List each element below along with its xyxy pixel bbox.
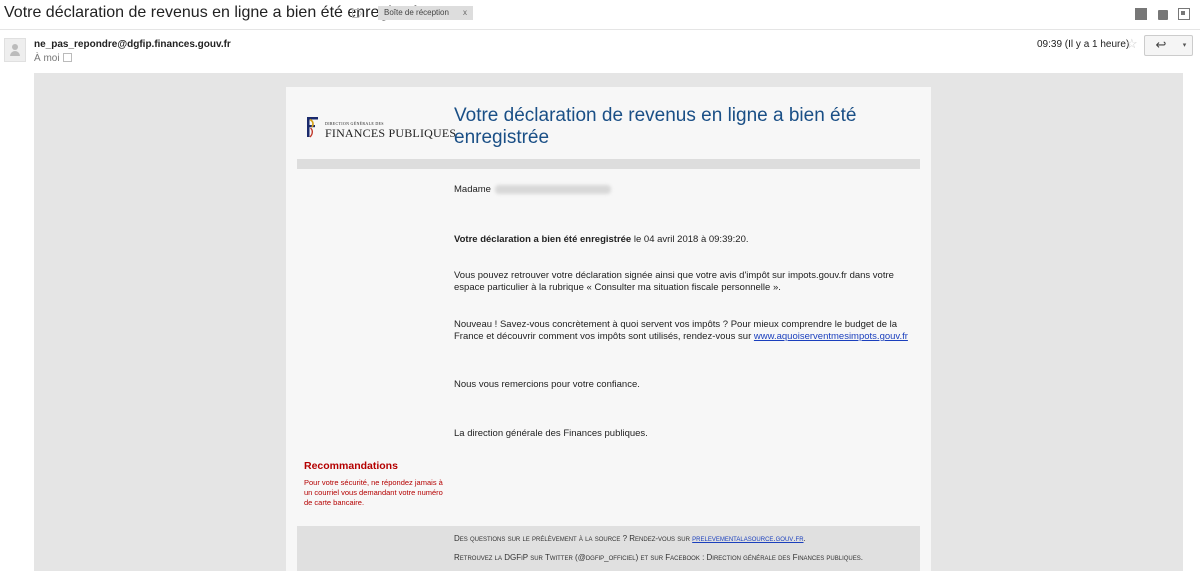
recipient-text: À moi	[34, 53, 60, 64]
inbox-label-chip[interactable]: Boîte de réception x	[378, 6, 473, 20]
aquoiserventmesimpots-link[interactable]: www.aquoiserventmesimpots.gouv.fr	[754, 331, 908, 342]
email-subject: Votre déclaration de revenus en ligne a …	[4, 4, 428, 21]
marianne-logo-icon	[307, 117, 318, 138]
star-icon[interactable]: ☆	[1126, 36, 1138, 52]
salutation: Madame	[454, 184, 919, 196]
logo-title: FINANCES PUBLIQUES	[325, 126, 457, 140]
subject-bar: Votre déclaration de revenus en ligne a …	[0, 0, 1200, 28]
avatar[interactable]	[4, 38, 26, 62]
thanks-paragraph: Nous vous remercions pour votre confianc…	[454, 379, 640, 390]
retrieve-paragraph: Vous pouvez retrouver votre déclaration …	[454, 270, 894, 293]
remove-label-icon[interactable]: x	[463, 8, 467, 17]
divider	[0, 29, 1200, 30]
salutation-text: Madame	[454, 184, 491, 195]
footer-line-social: Retrouvez la DGFiP sur Twitter (@dgfip_o…	[454, 553, 863, 562]
dgfip-logo: DIRECTION GÉNÉRALE DES FINANCES PUBLIQUE…	[304, 115, 456, 141]
recommendations-text: Pour votre sécurité, ne répondez jamais …	[304, 478, 443, 507]
registration-bold: Votre déclaration a bien été enregistrée	[454, 234, 632, 245]
email-title: Votre déclaration de revenus en ligne a …	[454, 105, 857, 148]
print-icon[interactable]	[1157, 10, 1168, 20]
footer-pas-end: .	[803, 534, 806, 543]
popout-icon[interactable]	[1178, 8, 1190, 20]
prelevementalasource-link[interactable]: prelevementalasource.gouv.fr	[692, 534, 803, 543]
header-divider-band	[297, 159, 920, 169]
email-card: DIRECTION GÉNÉRALE DES FINANCES PUBLIQUE…	[286, 87, 931, 571]
more-actions-button[interactable]: ▾	[1177, 35, 1193, 56]
redacted-name	[494, 184, 611, 194]
label-tag-icon[interactable]	[352, 9, 362, 18]
sender-address[interactable]: ne_pas_repondre@dgfip.finances.gouv.fr	[34, 39, 231, 50]
registration-paragraph: Votre déclaration a bien été enregistrée…	[454, 234, 919, 246]
news-paragraph: Nouveau ! Savez-vous concrètement à quoi…	[454, 319, 919, 343]
registration-date: le 04 avril 2018 à 09:39:20.	[631, 234, 749, 245]
archive-icon[interactable]	[1135, 8, 1148, 20]
footer-band: Des questions sur le prélèvement à la so…	[297, 526, 920, 571]
footer-line-pas: Des questions sur le prélèvement à la so…	[454, 534, 806, 543]
timestamp: 09:39 (Il y a 1 heure)	[1037, 39, 1130, 50]
top-icons	[1129, 7, 1190, 25]
show-details-icon[interactable]	[62, 52, 72, 62]
signature-paragraph: La direction générale des Finances publi…	[454, 428, 648, 439]
footer-pas-text: Des questions sur le prélèvement à la so…	[454, 534, 693, 543]
recipient-line: À moi	[34, 52, 72, 64]
inbox-label-text: Boîte de réception	[384, 8, 449, 17]
reply-button[interactable]: ↩	[1144, 35, 1178, 56]
recommendations-title: Recommandations	[304, 460, 398, 472]
email-body-canvas: DIRECTION GÉNÉRALE DES FINANCES PUBLIQUE…	[34, 73, 1183, 571]
